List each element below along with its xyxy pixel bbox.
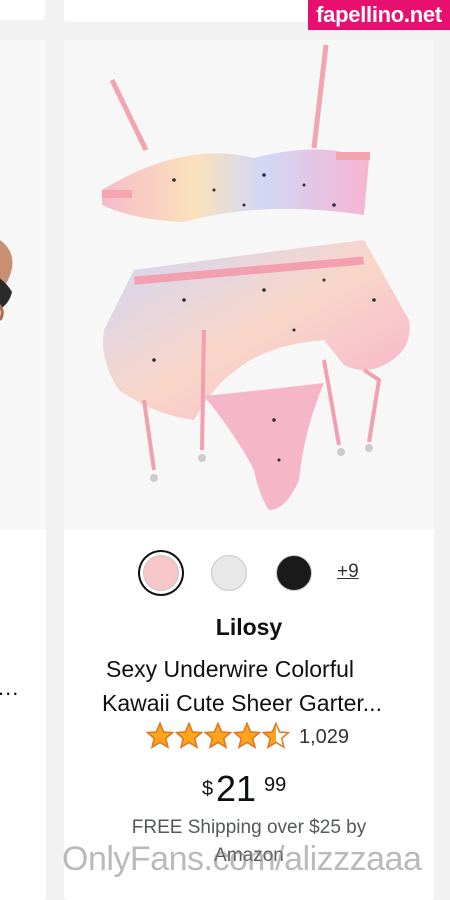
price-symbol: $ bbox=[202, 778, 214, 800]
rating-count[interactable]: 1,029 bbox=[299, 726, 349, 749]
product-title-line-2[interactable]: Kawaii Cute Sheer Garter... bbox=[90, 686, 430, 720]
previous-product-card-top[interactable] bbox=[0, 0, 45, 20]
product-image[interactable] bbox=[64, 40, 434, 530]
product-title-line-1[interactable]: Sexy Underwire Colorful bbox=[90, 652, 430, 686]
star-icon bbox=[175, 722, 203, 749]
swatch-white[interactable] bbox=[211, 555, 247, 591]
site-watermark: fapellino.net bbox=[308, 0, 450, 30]
product-card[interactable]: +9 Lilosy Sexy Underwire Colorful Kawaii… bbox=[64, 40, 434, 900]
price-whole: 21 bbox=[216, 768, 257, 809]
watermark-text: OnlyFans.com/alizzzaaa bbox=[62, 840, 422, 878]
price-fraction: 99 bbox=[264, 774, 287, 796]
brand-name: Lilosy bbox=[215, 614, 283, 640]
star-icon bbox=[262, 722, 290, 749]
left-product-image[interactable] bbox=[0, 40, 46, 530]
star-icon bbox=[146, 722, 174, 749]
product-title[interactable]: Sexy Underwire Colorful Kawaii Cute Shee… bbox=[90, 652, 430, 720]
left-product-card[interactable]: ... bbox=[0, 40, 46, 900]
more-colors-link[interactable]: +9 bbox=[337, 561, 359, 583]
star-icon bbox=[204, 722, 232, 749]
color-swatches: +9 bbox=[64, 550, 434, 596]
swatch-pink[interactable] bbox=[143, 555, 179, 591]
left-product-title-ellipsis: ... bbox=[0, 675, 20, 700]
shipping-line-1: FREE Shipping over $25 by bbox=[131, 817, 367, 838]
star-icon bbox=[233, 722, 261, 749]
swatch-black[interactable] bbox=[276, 555, 312, 591]
